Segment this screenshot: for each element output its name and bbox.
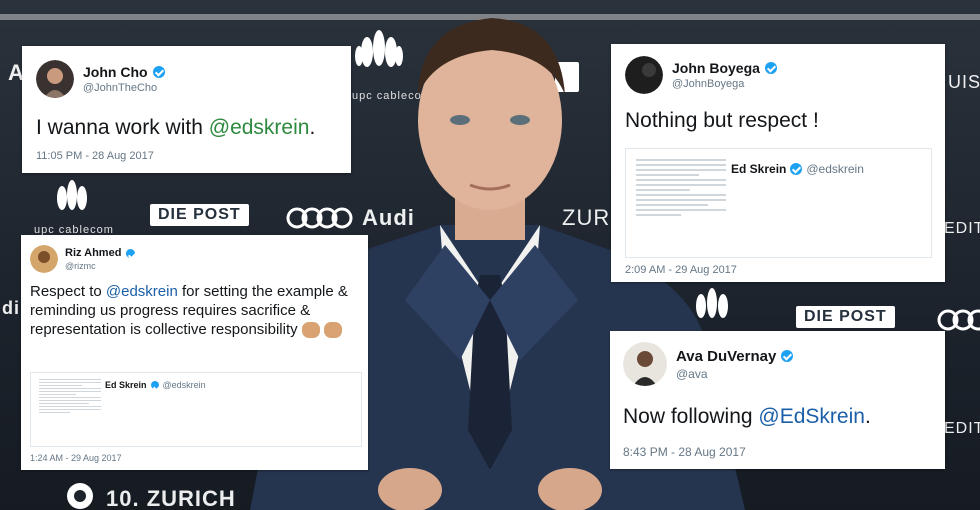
tweet-timestamp[interactable]: 8:43 PM - 28 Aug 2017 bbox=[623, 445, 746, 459]
tweet-text: Now following @EdSkrein. bbox=[623, 403, 871, 431]
tweet-text-part: Now following bbox=[623, 405, 759, 428]
tweet-text-part: . bbox=[864, 405, 871, 428]
avatar bbox=[36, 60, 74, 98]
clapping-hands-emoji-icon bbox=[323, 321, 342, 338]
embed-author-name: Ed Skrein bbox=[105, 380, 147, 390]
embed-author-handle: @edskrein bbox=[162, 380, 206, 390]
tweet-text-part: . bbox=[309, 116, 316, 139]
verified-badge-icon bbox=[126, 248, 136, 258]
author-handle: @rizmc bbox=[65, 261, 96, 271]
mention-link[interactable]: @EdSkrein bbox=[758, 405, 865, 428]
tweet-card-john-cho[interactable]: John Cho @JohnTheCho I wanna work with @… bbox=[22, 46, 351, 173]
tweet-timestamp[interactable]: 2:09 AM - 29 Aug 2017 bbox=[625, 264, 737, 276]
verified-badge-icon bbox=[790, 163, 803, 175]
tweet-card-john-boyega[interactable]: John Boyega @JohnBoyega Nothing but resp… bbox=[611, 44, 945, 282]
embedded-statement[interactable]: Ed Skrein @edskrein bbox=[625, 148, 932, 258]
verified-badge-icon bbox=[764, 62, 777, 74]
tweet-card-riz-ahmed[interactable]: Riz Ahmed @rizmc Respect to @edskrein fo… bbox=[21, 235, 368, 470]
raised-fist-emoji-icon bbox=[301, 321, 320, 338]
avatar bbox=[30, 245, 58, 273]
tweet-text: Respect to @edskrein for setting the exa… bbox=[30, 283, 362, 339]
avatar bbox=[623, 342, 667, 386]
tweet-text-part: I wanna work with bbox=[36, 116, 209, 139]
statement-text-lines bbox=[636, 159, 726, 219]
embed-author-handle: @edskrein bbox=[806, 162, 864, 176]
author-handle: @ava bbox=[676, 366, 708, 381]
tweet-text: Nothing but respect ! bbox=[625, 109, 819, 132]
tweet-text: I wanna work with @edskrein. bbox=[36, 114, 315, 142]
tweet-card-ava-duvernay[interactable]: Ava DuVernay @ava Now following @EdSkrei… bbox=[610, 331, 945, 469]
mention-link[interactable]: @edskrein bbox=[209, 116, 310, 139]
author-handle: @JohnTheCho bbox=[83, 82, 158, 94]
embedded-statement[interactable]: Ed Skrein @edskrein bbox=[30, 372, 362, 447]
embed-author-name: Ed Skrein bbox=[731, 162, 787, 176]
mention-link[interactable]: @edskrein bbox=[106, 283, 178, 300]
tweet-text-part: Respect to bbox=[30, 283, 106, 300]
statement-text-lines bbox=[39, 379, 101, 415]
avatar bbox=[625, 56, 663, 94]
verified-badge-icon bbox=[152, 66, 165, 78]
author-name: Ava DuVernay bbox=[676, 347, 777, 365]
author-name: Riz Ahmed bbox=[65, 247, 122, 259]
author-name: John Cho bbox=[83, 64, 148, 80]
author-handle: @JohnBoyega bbox=[672, 78, 745, 90]
tweet-timestamp[interactable]: 11:05 PM - 28 Aug 2017 bbox=[36, 150, 154, 162]
author-name: John Boyega bbox=[672, 60, 760, 76]
tweet-timestamp[interactable]: 1:24 AM - 29 Aug 2017 bbox=[30, 453, 122, 463]
verified-badge-icon bbox=[781, 350, 794, 362]
verified-badge-icon bbox=[150, 381, 159, 389]
